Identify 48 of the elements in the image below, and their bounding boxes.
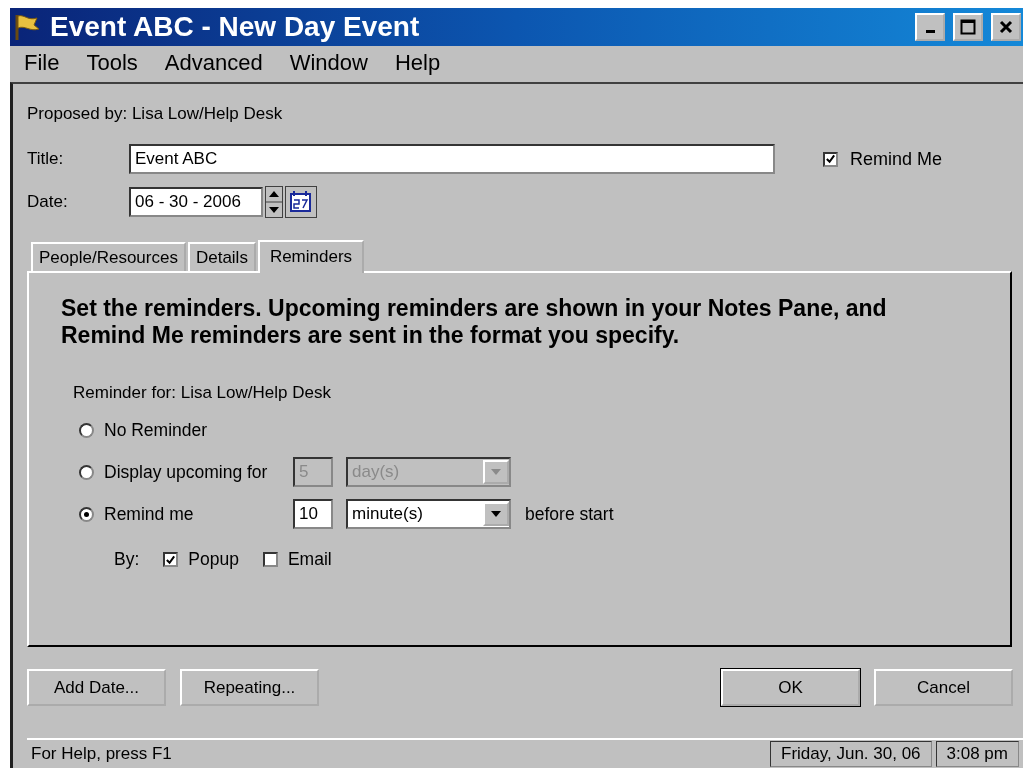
menu-item[interactable]: Advanced (164, 50, 263, 78)
tab[interactable]: Reminders (257, 240, 365, 273)
dialog-button[interactable]: Repeating... (180, 669, 319, 706)
dropdown-arrow-icon (491, 469, 501, 475)
radio-button[interactable] (79, 422, 94, 438)
date-field[interactable]: 06 - 30 - 2006 (129, 187, 263, 217)
calendar-icon[interactable] (285, 186, 317, 218)
option-label: Remind me (104, 503, 195, 525)
method-label: Email (287, 549, 332, 570)
dialog-button[interactable]: OK (721, 669, 860, 706)
number-field[interactable]: 10 (293, 499, 333, 529)
checkbox[interactable] (163, 552, 179, 567)
menu-item[interactable]: Help (394, 50, 441, 78)
instructions-text: Set the reminders. Upcoming reminders are shown in your Notes Pane, and Remind Me reminders are sent in the format you specify. (61, 295, 888, 349)
dialog-button[interactable]: Cancel (874, 669, 1013, 706)
menu-item[interactable]: File (24, 50, 60, 78)
by-label: By: (114, 549, 140, 570)
unit-dropdown[interactable]: minute(s) (346, 499, 511, 529)
method-label: Popup (188, 549, 239, 570)
close-button[interactable] (991, 13, 1021, 41)
menu-item[interactable]: Window (289, 50, 368, 78)
maximize-button[interactable] (953, 13, 983, 41)
status-help-text: For Help, press F1 (31, 744, 173, 764)
spinner-icon[interactable] (265, 186, 283, 218)
radio-button[interactable] (79, 506, 94, 522)
date-label: Date: (27, 192, 69, 212)
status-date: Friday, Jun. 30, 06 (770, 741, 932, 767)
window-title: Event ABC - New Day Event (50, 11, 421, 43)
close-icon (999, 20, 1013, 34)
maximize-icon (960, 19, 976, 35)
proposed-by-text: Proposed by: Lisa Low/Help Desk (27, 104, 284, 124)
reminder-for-text: Reminder for: Lisa Low/Help Desk (73, 383, 332, 403)
minimize-button[interactable] (915, 13, 945, 41)
title-label: Title: (27, 149, 65, 169)
remind-me-label: Remind Me (850, 148, 943, 170)
tab[interactable]: People/Resources (31, 242, 186, 271)
status-time: 3:08 pm (935, 741, 1019, 767)
menu-item[interactable]: Tools (86, 50, 138, 78)
tab[interactable]: Details (187, 242, 256, 271)
dialog-button[interactable]: Add Date... (27, 669, 166, 706)
dropdown-arrow-icon (491, 511, 501, 517)
checkbox[interactable] (262, 552, 278, 567)
minimize-icon (925, 30, 935, 33)
checkbox[interactable] (823, 151, 838, 167)
suffix-label: before start (525, 503, 614, 525)
title-field[interactable]: Event ABC (129, 144, 775, 174)
option-label: No Reminder (104, 419, 209, 441)
option-label: Display upcoming for (104, 461, 269, 483)
